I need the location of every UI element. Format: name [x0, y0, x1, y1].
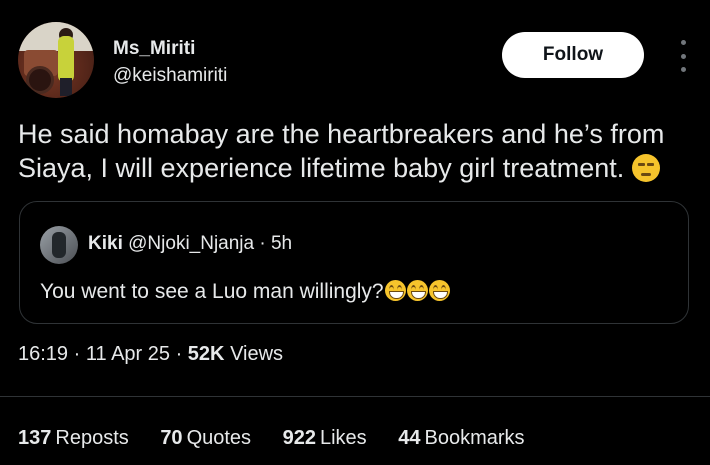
- likes-stat[interactable]: 922 Likes: [283, 427, 367, 449]
- quoted-time: 5h: [270, 233, 293, 254]
- reposts-label: Reposts: [55, 427, 129, 449]
- quoted-text: You went to see a Luo man willingly?: [40, 280, 450, 304]
- quoted-author-avatar[interactable]: [40, 226, 78, 264]
- grinning-face-icon: [384, 280, 406, 301]
- meta-separator: ·: [175, 343, 183, 365]
- grinning-face-icon: [428, 280, 450, 301]
- quotes-count: 70: [160, 427, 183, 449]
- reposts-stat[interactable]: 137 Reposts: [18, 427, 129, 449]
- quoted-meta: Kiki @Njoki_Njanja · 5h: [88, 233, 292, 255]
- quoted-body: You went to see a Luo man willingly?: [40, 280, 384, 303]
- views-count: 52K: [187, 343, 225, 365]
- quoted-author-name: Kiki: [88, 233, 123, 254]
- meta-separator: ·: [73, 343, 81, 365]
- reposts-count: 137: [18, 427, 52, 449]
- follow-button[interactable]: Follow: [502, 32, 644, 78]
- tweet-time[interactable]: 16:19: [18, 343, 68, 365]
- quoted-tweet[interactable]: Kiki @Njoki_Njanja · 5h You went to see …: [19, 201, 689, 324]
- bookmarks-label: Bookmarks: [424, 427, 525, 449]
- quotes-label: Quotes: [186, 427, 252, 449]
- bookmarks-count: 44: [398, 427, 421, 449]
- grinning-face-icon: [406, 280, 428, 301]
- author-handle[interactable]: @keishamiriti: [113, 65, 227, 87]
- engagement-stats: 137 Reposts 70 Quotes 922 Likes 44 Bookmarks: [18, 427, 551, 450]
- quotes-stat[interactable]: 70 Quotes: [160, 427, 251, 449]
- tweet-text: He said homabay are the heartbreakers an…: [18, 117, 698, 185]
- tweet-date[interactable]: 11 Apr 25: [86, 343, 170, 365]
- quoted-separator: ·: [259, 233, 266, 254]
- quoted-author-handle: @Njoki_Njanja: [128, 233, 255, 254]
- author-avatar[interactable]: [18, 22, 94, 98]
- tweet-header: Ms_Miriti @keishamiriti Follow: [18, 22, 692, 100]
- more-options-icon[interactable]: [676, 40, 690, 72]
- likes-label: Likes: [319, 427, 367, 449]
- tweet-body: He said homabay are the heartbreakers an…: [18, 119, 665, 183]
- views-label: Views: [230, 343, 284, 365]
- bookmarks-stat[interactable]: 44 Bookmarks: [398, 427, 524, 449]
- unamused-face-icon: [631, 154, 660, 182]
- tweet-meta: 16:19 · 11 Apr 25 · 52K Views: [18, 343, 283, 366]
- likes-count: 922: [282, 427, 316, 449]
- divider: [0, 396, 710, 397]
- author-name[interactable]: Ms_Miriti: [113, 38, 195, 60]
